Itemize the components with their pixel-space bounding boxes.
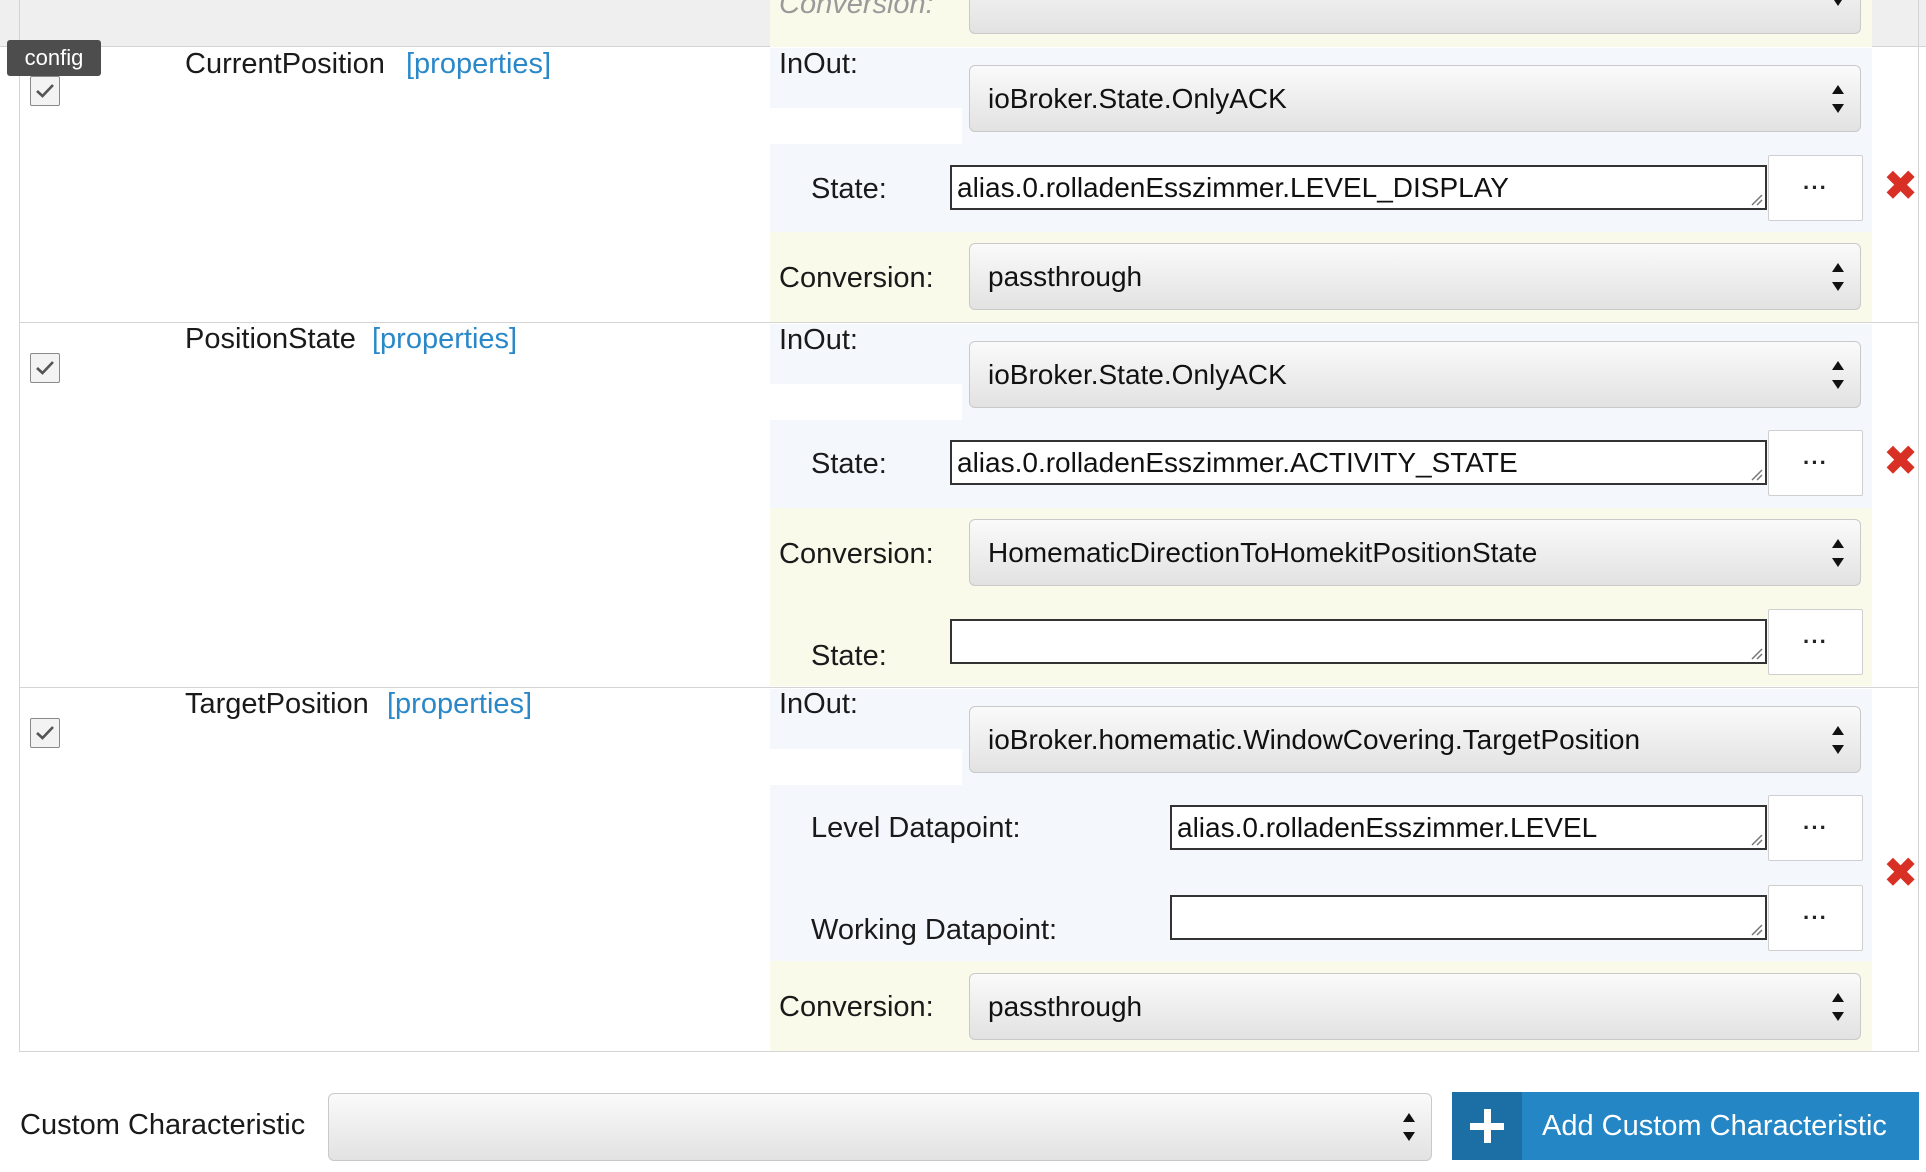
properties-link[interactable]: [properties]: [406, 50, 551, 79]
inout-select[interactable]: ioBroker.State.OnlyACK: [969, 341, 1861, 408]
browse-working-button[interactable]: ···: [1768, 885, 1863, 951]
working-datapoint-label: Working Datapoint:: [811, 914, 1058, 946]
conversion-select[interactable]: passthrough: [969, 243, 1861, 310]
browse-state-button[interactable]: ···: [1768, 155, 1863, 221]
state-input[interactable]: alias.0.rolladenEsszimmer.LEVEL_DISPLAY: [950, 165, 1767, 210]
inout-select-value: ioBroker.State.OnlyACK: [988, 82, 1287, 114]
resize-grip-icon[interactable]: [1749, 922, 1763, 936]
enable-checkbox[interactable]: [30, 76, 60, 106]
check-icon: [36, 726, 54, 740]
state-input-value: alias.0.rolladenEsszimmer.ACTIVITY_STATE: [957, 446, 1518, 478]
resize-grip-icon[interactable]: [1749, 832, 1763, 846]
state-input-value: alias.0.rolladenEsszimmer.LEVEL_DISPLAY: [957, 171, 1509, 203]
properties-link[interactable]: [properties]: [387, 690, 532, 719]
browse-level-button[interactable]: ···: [1768, 795, 1863, 861]
characteristic-name: CurrentPosition: [185, 48, 385, 80]
conversion-state-label: State:: [811, 640, 887, 672]
enable-checkbox[interactable]: [30, 718, 60, 748]
check-icon: [36, 84, 54, 98]
plus-icon: [1452, 1092, 1522, 1160]
state-label: State:: [811, 448, 887, 480]
conversion-select[interactable]: passthrough: [969, 973, 1861, 1040]
conversion-select-value: passthrough: [988, 990, 1143, 1022]
delete-x-icon[interactable]: ✖: [1883, 165, 1918, 207]
browse-state-button[interactable]: ···: [1768, 430, 1863, 496]
select-arrows-icon: [1832, 84, 1844, 113]
select-arrows-icon: [1832, 360, 1844, 389]
conversion-label: Conversion:: [779, 538, 934, 570]
resize-grip-icon[interactable]: [1749, 192, 1763, 206]
level-datapoint-value: alias.0.rolladenEsszimmer.LEVEL: [1177, 811, 1598, 843]
inout-select[interactable]: ioBroker.homematic.WindowCovering.Target…: [969, 706, 1861, 773]
state-input[interactable]: alias.0.rolladenEsszimmer.ACTIVITY_STATE: [950, 440, 1767, 485]
enable-checkbox[interactable]: [30, 353, 60, 383]
select-arrows-icon: [1832, 538, 1844, 567]
inout-label: InOut:: [779, 324, 858, 356]
delete-x-icon[interactable]: ✖: [1883, 440, 1918, 482]
conversion-label: Conversion:: [779, 991, 934, 1023]
select-arrows-icon: [1832, 992, 1844, 1021]
resize-grip-icon[interactable]: [1749, 467, 1763, 481]
characteristic-name: PositionState: [185, 323, 356, 355]
conversion-select-value: HomematicDirectionToHomekitPositionState: [988, 536, 1538, 568]
add-button-label: Add Custom Characteristic: [1542, 1109, 1887, 1142]
inout-label: InOut:: [779, 48, 858, 80]
browse-conversion-state-button[interactable]: ···: [1768, 609, 1863, 675]
conversion-state-input[interactable]: [950, 619, 1767, 664]
properties-link[interactable]: [properties]: [372, 325, 517, 354]
delete-x-icon[interactable]: ✖: [1883, 852, 1918, 894]
inout-select-value: ioBroker.homematic.WindowCovering.Target…: [988, 723, 1641, 755]
check-icon: [36, 361, 54, 375]
config-tooltip: config: [7, 40, 101, 76]
inout-select-value: ioBroker.State.OnlyACK: [988, 358, 1287, 390]
conversion-select-value: passthrough: [988, 260, 1143, 292]
resize-grip-icon[interactable]: [1749, 646, 1763, 660]
select-arrows-icon: [1832, 262, 1844, 291]
custom-characteristic-label: Custom Characteristic: [20, 1109, 306, 1141]
add-custom-characteristic-button[interactable]: Add Custom Characteristic: [1452, 1092, 1919, 1160]
conversion-label: Conversion:: [779, 262, 934, 294]
level-datapoint-label: Level Datapoint:: [811, 812, 1021, 844]
characteristic-name: TargetPosition: [185, 688, 369, 720]
inout-select[interactable]: ioBroker.State.OnlyACK: [969, 65, 1861, 132]
select-arrows-icon: [1403, 1113, 1415, 1141]
level-datapoint-input[interactable]: alias.0.rolladenEsszimmer.LEVEL: [1170, 805, 1767, 850]
inout-label: InOut:: [779, 688, 858, 720]
custom-characteristic-select[interactable]: [328, 1093, 1432, 1161]
conversion-select[interactable]: HomematicDirectionToHomekitPositionState: [969, 519, 1861, 586]
working-datapoint-input[interactable]: [1170, 895, 1767, 940]
select-arrows-icon: [1832, 725, 1844, 754]
state-label: State:: [811, 173, 887, 205]
